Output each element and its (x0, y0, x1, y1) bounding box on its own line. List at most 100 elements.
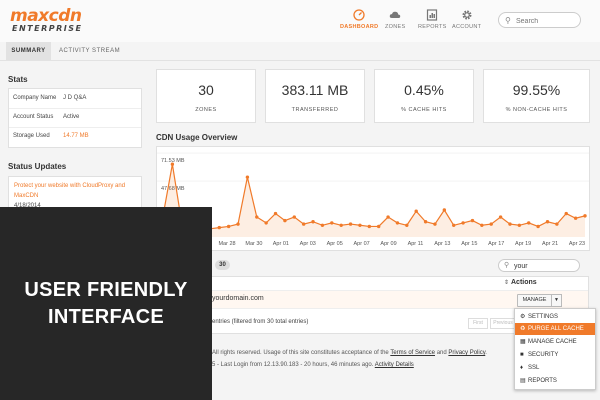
pager-previous[interactable]: Previous (490, 318, 516, 329)
data-point (217, 225, 221, 230)
kpi-value: 383.11 MB (281, 82, 349, 98)
search-icon: ⚲ (505, 16, 511, 25)
x-tick-label: Mar 30 (245, 241, 262, 247)
data-point (273, 211, 278, 216)
nav-reports-label: REPORTS (418, 24, 447, 30)
activity-details-link[interactable]: Activity Details (375, 362, 414, 368)
data-point (376, 224, 381, 229)
data-point (498, 215, 503, 219)
nav-dashboard[interactable]: DASHBOARD (340, 9, 378, 30)
manage-dropdown-menu: ⚙ SETTINGS ♻ PURGE ALL CACHE ▦ MANAGE CA… (514, 308, 596, 390)
x-tick-label: Apr 03 (300, 241, 316, 247)
footer-and: and (436, 350, 447, 356)
nav-account-label: ACCOUNT (452, 24, 482, 30)
kpi-value: 0.45% (404, 82, 444, 98)
data-point (470, 218, 475, 223)
menu-item-security[interactable]: ■ SECURITY (515, 349, 595, 361)
top-header: maxcdn ENTERPRISE DASHBOARD ZONES REPORT… (0, 0, 600, 42)
table-row[interactable]: yourdomain.com MANAGE ▼ (208, 291, 588, 309)
menu-item-reports[interactable]: ▤ REPORTS (515, 375, 595, 387)
status-updates-title: Status Updates (8, 162, 67, 171)
lock-icon: ■ (520, 352, 524, 358)
data-point (573, 216, 578, 220)
tab-summary[interactable]: SUMMARY (6, 42, 51, 60)
nav-reports[interactable]: REPORTS (418, 9, 447, 30)
data-point (423, 220, 428, 224)
kpi-value: 99.55% (512, 82, 561, 98)
x-tick-label: Apr 21 (542, 241, 558, 247)
data-point (348, 222, 353, 226)
menu-item-ssl[interactable]: ♦ SSL (515, 362, 595, 374)
stat-row-status: Account Status Active (9, 108, 141, 128)
data-point (245, 175, 250, 179)
stats-title: Stats (8, 75, 28, 84)
x-tick-label: Apr 17 (488, 241, 504, 247)
nav-zones-label: ZONES (385, 24, 406, 30)
manage-button[interactable]: MANAGE (517, 294, 552, 307)
x-tick-label: Apr 11 (408, 241, 424, 247)
kpi-label: % CACHE HITS (401, 107, 447, 113)
cloud-icon (389, 11, 401, 18)
global-search-input[interactable] (514, 14, 580, 28)
data-point (536, 224, 540, 229)
menu-item-label: SETTINGS (528, 314, 559, 320)
reports-icon (427, 9, 438, 21)
data-point (508, 222, 512, 226)
sort-icon[interactable]: ⇕ (504, 279, 509, 286)
stat-value: J D Q&A (63, 95, 87, 101)
stat-value: Active (63, 114, 80, 120)
zone-domain[interactable]: yourdomain.com (212, 295, 264, 302)
data-point (283, 218, 287, 223)
table-search-input[interactable] (512, 260, 578, 273)
table-search: ⚲ (498, 259, 580, 273)
dashboard-icon (353, 9, 365, 21)
data-point (255, 215, 259, 219)
stats-panel: Company Name J D Q&A Account Status Acti… (8, 88, 142, 148)
table-info: entries (filtered from 30 total entries) (212, 319, 309, 325)
data-point (527, 221, 531, 225)
reports-icon: ▤ (520, 378, 526, 384)
data-point (583, 214, 587, 218)
menu-item-label: PURGE ALL CACHE (528, 326, 584, 332)
data-point (339, 223, 343, 227)
status-update-link[interactable]: Protect your website with CloudProxy and… (14, 181, 138, 201)
x-tick-label: Apr 13 (434, 241, 450, 247)
kpi-label: TRANSFERRED (291, 107, 339, 113)
kpi-zones: 30 ZONES (156, 69, 256, 123)
menu-item-label: MANAGE CACHE (528, 339, 577, 345)
data-point (545, 220, 550, 224)
menu-item-settings[interactable]: ⚙ SETTINGS (515, 311, 595, 323)
search-icon: ⚲ (504, 262, 510, 269)
stat-row-company: Company Name J D Q&A (9, 89, 141, 109)
data-point (264, 221, 268, 225)
nav-account[interactable]: ACCOUNT (452, 9, 481, 30)
x-tick-label: Apr 19 (515, 241, 531, 247)
kpi-value: 30 (198, 82, 214, 98)
data-point (433, 222, 437, 226)
data-point (461, 221, 465, 225)
privacy-link[interactable]: Privacy Policy (448, 350, 485, 356)
global-search: ⚲ (498, 12, 581, 28)
chart-title: CDN Usage Overview (156, 133, 238, 142)
tab-bar: SUMMARY ACTIVITY STREAM (0, 42, 600, 61)
maxcdn-logo[interactable]: maxcdn ENTERPRISE (10, 8, 82, 34)
x-tick-label: Apr 07 (354, 241, 370, 247)
usage-chart-svg: 71.53 MB47.68 MBMar 28 Mar 30 Apr 01 Apr 03… (157, 152, 589, 247)
footer-last-login: 5 - Last Login from 12.13.90.183 - 20 ho… (212, 362, 414, 368)
promo-line-2: INTERFACE (47, 306, 165, 328)
terms-link[interactable]: Terms of Service (390, 350, 435, 356)
manage-dropdown-toggle[interactable]: ▼ (551, 294, 562, 307)
menu-item-manage-cache[interactable]: ▦ MANAGE CACHE (515, 336, 595, 348)
tab-activity-stream[interactable]: ACTIVITY STREAM (59, 42, 120, 60)
x-tick-label: Apr 23 (569, 241, 585, 247)
data-point (358, 223, 362, 227)
menu-item-purge-all-cache[interactable]: ♻ PURGE ALL CACHE (515, 323, 595, 335)
stat-key: Company Name (13, 95, 57, 101)
data-point (555, 222, 559, 226)
nav-zones[interactable]: ZONES (385, 9, 405, 30)
pager-first[interactable]: First (468, 318, 488, 329)
x-tick-label: Apr 15 (461, 241, 477, 247)
kpi-transferred: 383.11 MB TRANSFERRED (265, 69, 365, 123)
data-point (564, 211, 568, 216)
zone-count-badge: 30 (215, 260, 230, 270)
